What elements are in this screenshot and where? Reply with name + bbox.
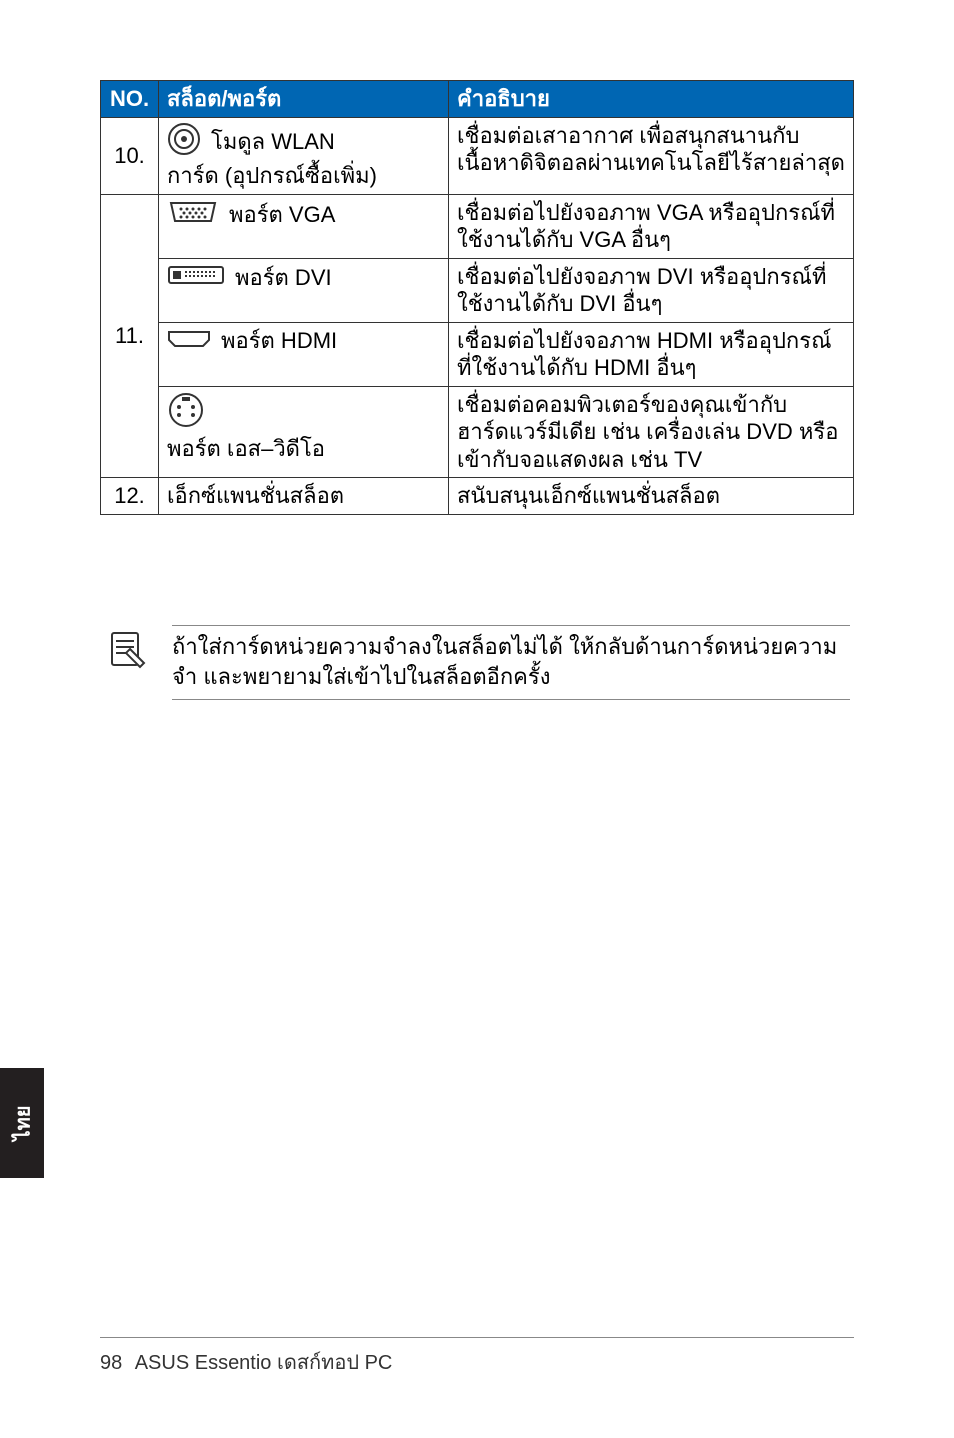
row-desc: เชื่อมต่อคอมพิวเตอร์ของคุณเข้ากับฮาร์ดแว… <box>449 386 854 478</box>
ports-table: NO. สล็อต/พอร์ต คำอธิบาย 10. <box>100 80 854 515</box>
dvi-port-icon <box>167 263 225 294</box>
row-desc: เชื่อมต่อไปยังจอภาพ VGA หรืออุปกรณ์ที่ใช… <box>449 194 854 258</box>
svideo-label: พอร์ต เอส–วิดีโอ <box>167 435 440 463</box>
svideo-port-icon <box>167 409 205 434</box>
vga-label: พอร์ต VGA <box>229 201 335 229</box>
vga-port-icon <box>167 199 219 232</box>
wlan-label-line2: การ์ด (อุปกรณ์ซื้อเพิ่ม) <box>167 162 440 190</box>
row-slot: พอร์ต HDMI <box>159 322 449 386</box>
table-row: พอร์ต HDMI เชื่อมต่อไปยังจอภาพ HDMI หรือ… <box>101 322 854 386</box>
header-desc: คำอธิบาย <box>449 81 854 118</box>
header-no: NO. <box>101 81 159 118</box>
table-row: พอร์ต DVI เชื่อมต่อไปยังจอภาพ DVI หรืออุ… <box>101 258 854 322</box>
row-slot: พอร์ต DVI <box>159 258 449 322</box>
table-row: 10. โมดูล WLAN การ์ด (อุปกรณ์ซื้อเพิ่ม) <box>101 117 854 194</box>
page-number: 98 <box>100 1352 122 1374</box>
row-slot: พอร์ต VGA <box>159 194 449 258</box>
language-label: ไทย <box>6 1106 38 1141</box>
page-footer: 98 ASUS Essentio เดสก์ทอป PC <box>100 1337 854 1378</box>
header-slot: สล็อต/พอร์ต <box>159 81 449 118</box>
note-text: ถ้าใส่การ์ดหน่วยความจำลงในสล็อตไม่ได้ ให… <box>172 625 850 701</box>
note-block: ถ้าใส่การ์ดหน่วยความจำลงในสล็อตไม่ได้ ให… <box>100 625 854 701</box>
row-slot: เอ็กซ์แพนชั่นสล็อต <box>159 478 449 515</box>
expansion-label: เอ็กซ์แพนชั่นสล็อต <box>167 483 344 508</box>
table-row: 12. เอ็กซ์แพนชั่นสล็อต สนับสนุนเอ็กซ์แพน… <box>101 478 854 515</box>
row-slot: พอร์ต เอส–วิดีโอ <box>159 386 449 478</box>
row-no: 11. <box>101 194 159 478</box>
table-row: 11. พอร์ต VGA เช <box>101 194 854 258</box>
hdmi-label: พอร์ต HDMI <box>221 327 337 355</box>
dvi-label: พอร์ต DVI <box>235 264 332 292</box>
row-desc: เชื่อมต่อไปยังจอภาพ HDMI หรืออุปกรณ์ที่ใ… <box>449 322 854 386</box>
row-no: 10. <box>101 117 159 194</box>
row-desc: เชื่อมต่อเสาอากาศ เพื่อสนุกสนานกับเนื้อห… <box>449 117 854 194</box>
row-no: 12. <box>101 478 159 515</box>
hdmi-port-icon <box>167 327 211 355</box>
wlan-antenna-icon <box>167 122 201 163</box>
footer-title: ASUS Essentio เดสก์ทอป PC <box>135 1352 393 1374</box>
row-desc: สนับสนุนเอ็กซ์แพนชั่นสล็อต <box>449 478 854 515</box>
table-row: พอร์ต เอส–วิดีโอ เชื่อมต่อคอมพิวเตอร์ของ… <box>101 386 854 478</box>
note-icon <box>104 627 148 676</box>
language-tab: ไทย <box>0 1068 44 1178</box>
wlan-label-line1: โมดูล WLAN <box>211 128 335 156</box>
row-desc: เชื่อมต่อไปยังจอภาพ DVI หรืออุปกรณ์ที่ใช… <box>449 258 854 322</box>
row-slot: โมดูล WLAN การ์ด (อุปกรณ์ซื้อเพิ่ม) <box>159 117 449 194</box>
